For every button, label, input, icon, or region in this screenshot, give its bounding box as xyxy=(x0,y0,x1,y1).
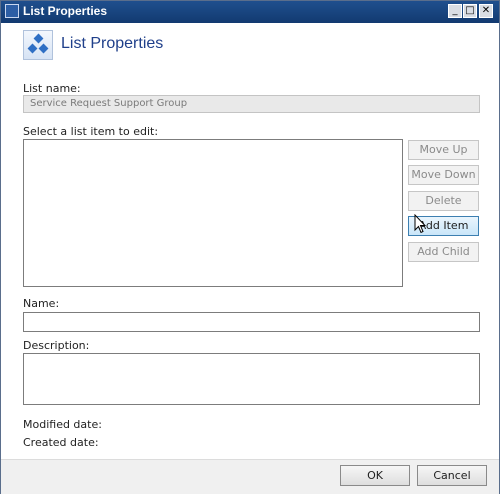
title-bar[interactable]: List Properties _ □ ✕ xyxy=(1,1,499,23)
list-name-field: Service Request Support Group xyxy=(23,95,480,113)
close-button[interactable]: ✕ xyxy=(479,4,493,18)
select-item-label: Select a list item to edit: xyxy=(23,125,159,138)
dialog-footer: OK Cancel xyxy=(1,459,499,494)
modified-date-label: Modified date: xyxy=(23,418,102,431)
cancel-button[interactable]: Cancel xyxy=(417,465,487,486)
description-textarea[interactable] xyxy=(23,353,480,405)
delete-button[interactable]: Delete xyxy=(408,191,479,211)
name-label: Name: xyxy=(23,297,60,310)
description-label: Description: xyxy=(23,339,90,352)
page-title: List Properties xyxy=(61,35,164,52)
window-title: List Properties xyxy=(23,4,108,18)
list-properties-dialog: List Properties _ □ ✕ List Properties Li… xyxy=(0,0,500,494)
list-name-label: List name: xyxy=(23,82,81,95)
ok-button[interactable]: OK xyxy=(340,465,410,486)
created-date-label: Created date: xyxy=(23,436,99,449)
minimize-button[interactable]: _ xyxy=(448,4,462,18)
name-input[interactable] xyxy=(23,312,480,332)
mouse-cursor-icon xyxy=(414,214,426,234)
list-hierarchy-icon xyxy=(23,30,53,60)
list-properties-icon xyxy=(5,4,19,18)
add-child-button[interactable]: Add Child xyxy=(408,242,479,262)
move-up-button[interactable]: Move Up xyxy=(408,140,479,160)
list-items-box[interactable] xyxy=(23,139,403,287)
move-down-button[interactable]: Move Down xyxy=(408,165,479,185)
maximize-button[interactable]: □ xyxy=(463,4,477,18)
